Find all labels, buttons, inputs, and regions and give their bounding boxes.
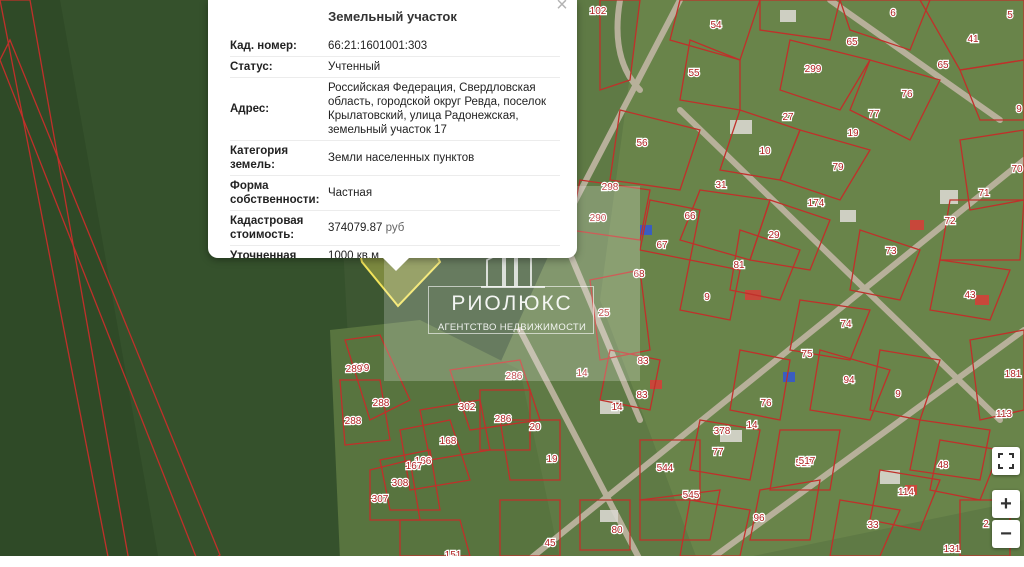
plot-number: 56 xyxy=(636,138,648,149)
plot-number: 29 xyxy=(768,230,780,241)
table-row: Кадастровая стоимость: 374079.87 руб xyxy=(230,210,560,246)
plot-number: 72 xyxy=(944,216,956,227)
plot-number: 288 xyxy=(345,416,362,427)
plot-number: 76 xyxy=(760,398,772,409)
plot-number: 378 xyxy=(714,426,731,437)
plot-number: 65 xyxy=(937,60,949,71)
plot-number: 48 xyxy=(937,460,949,471)
plot-number: 308 xyxy=(392,478,409,489)
plot-number: 9 xyxy=(1016,104,1022,115)
plot-info-table: Кад. номер: 66:21:1601001:303 Статус: Уч… xyxy=(230,36,560,258)
plot-number: 67 xyxy=(656,240,668,251)
field-label: Форма собственности: xyxy=(230,175,328,211)
popup-title: Земельный участок xyxy=(328,9,457,24)
field-value: Учтенный xyxy=(328,56,560,78)
plot-number: 70 xyxy=(1011,164,1023,175)
field-label: Кад. номер: xyxy=(230,36,328,57)
field-value: 66:21:1601001:303 xyxy=(328,36,560,57)
field-label: Уточненная xyxy=(230,245,328,258)
plot-number: 33 xyxy=(867,520,879,531)
bottom-bar xyxy=(0,556,1024,567)
zoom-in-button[interactable]: + xyxy=(992,490,1020,518)
plot-number: 55 xyxy=(688,68,700,79)
plot-number: 79 xyxy=(832,162,844,173)
plot-number: 74 xyxy=(840,319,852,330)
popup-pointer xyxy=(382,257,410,271)
fullscreen-icon xyxy=(998,453,1014,469)
plot-number: 81 xyxy=(733,260,745,271)
plot-number: 286 xyxy=(495,414,512,425)
plot-number: 131 xyxy=(944,544,961,555)
table-row: Кад. номер: 66:21:1601001:303 xyxy=(230,36,560,57)
field-label: Кадастровая стоимость: xyxy=(230,210,328,246)
plot-number: 20 xyxy=(529,422,541,433)
plot-number: 6 xyxy=(890,8,896,19)
plot-number: 167 xyxy=(406,461,423,472)
plot-number: 174 xyxy=(808,198,825,209)
plot-number: 43 xyxy=(964,290,976,301)
currency-unit: руб xyxy=(385,222,405,234)
field-label: Категория земель: xyxy=(230,140,328,176)
plot-number: 14 xyxy=(611,402,623,413)
plot-number: 181 xyxy=(1005,369,1022,380)
table-row: Статус: Учтенный xyxy=(230,56,560,78)
table-row: Адрес: Российская Федерация, Свердловска… xyxy=(230,77,560,141)
plot-number: 10 xyxy=(759,146,771,157)
plot-number: 19 xyxy=(546,454,558,465)
plot-number: 544 xyxy=(657,463,674,474)
plot-number: 168 xyxy=(440,436,457,447)
plot-number: 5 xyxy=(1007,10,1013,21)
plot-number: 307 xyxy=(372,494,389,505)
plot-number: 80 xyxy=(611,525,623,536)
plot-number: 114 xyxy=(898,487,914,498)
cadastral-value: 374079.87 xyxy=(328,222,383,234)
table-row: Категория земель: Земли населенных пункт… xyxy=(230,140,560,176)
plot-number: 302 xyxy=(459,402,476,413)
plot-number: 19 xyxy=(847,128,859,139)
plot-number: 288 xyxy=(373,398,390,409)
watermark-subtitle: АГЕНТСТВО НЕДВИЖИМОСТИ xyxy=(437,322,587,333)
plot-number: 54 xyxy=(710,20,722,31)
zoom-out-button[interactable]: − xyxy=(992,520,1020,548)
plot-number: 517 xyxy=(799,456,816,467)
plot-number: 96 xyxy=(753,513,765,524)
plot-number: 65 xyxy=(846,37,858,48)
plot-number: 75 xyxy=(801,349,813,360)
plot-number: 76 xyxy=(901,89,913,100)
plot-number: 83 xyxy=(636,390,648,401)
field-label: Адрес: xyxy=(230,77,328,141)
table-row: Форма собственности: Частная xyxy=(230,175,560,211)
plot-number: 77 xyxy=(868,109,880,120)
watermark-name: РИОЛЮКС xyxy=(451,292,573,315)
field-value: Частная xyxy=(328,175,560,211)
field-value: 1000 кв.м xyxy=(328,245,560,258)
plot-number: 77 xyxy=(712,447,724,458)
plot-number: 27 xyxy=(782,112,794,123)
field-label: Статус: xyxy=(230,56,328,78)
plot-number: 289 xyxy=(346,364,363,375)
field-value: Земли населенных пунктов xyxy=(328,140,560,176)
field-value: Российская Федерация, Свердловская облас… xyxy=(328,77,560,141)
plot-number: 299 xyxy=(805,64,822,75)
plot-number: 94 xyxy=(843,375,855,386)
plot-number: 31 xyxy=(715,180,727,191)
plot-info-popup: × Земельный участок Кад. номер: 66:21:16… xyxy=(208,0,577,258)
plot-number: 14 xyxy=(746,420,758,431)
fullscreen-button[interactable] xyxy=(992,447,1020,475)
plot-number: 2 xyxy=(983,519,989,530)
plot-number: 9 xyxy=(704,292,710,303)
plot-number: 9 xyxy=(895,389,901,400)
field-value: 374079.87 руб xyxy=(328,210,560,246)
plot-number: 45 xyxy=(544,538,556,549)
plot-number: 113 xyxy=(996,409,1012,420)
plot-number: 66 xyxy=(684,211,696,222)
plot-number: 73 xyxy=(885,246,897,257)
plot-number: 71 xyxy=(978,188,990,199)
plot-number: 545 xyxy=(683,490,700,501)
close-icon[interactable]: × xyxy=(553,0,571,15)
plot-number: 102 xyxy=(590,6,607,17)
plot-number: 41 xyxy=(967,34,979,45)
